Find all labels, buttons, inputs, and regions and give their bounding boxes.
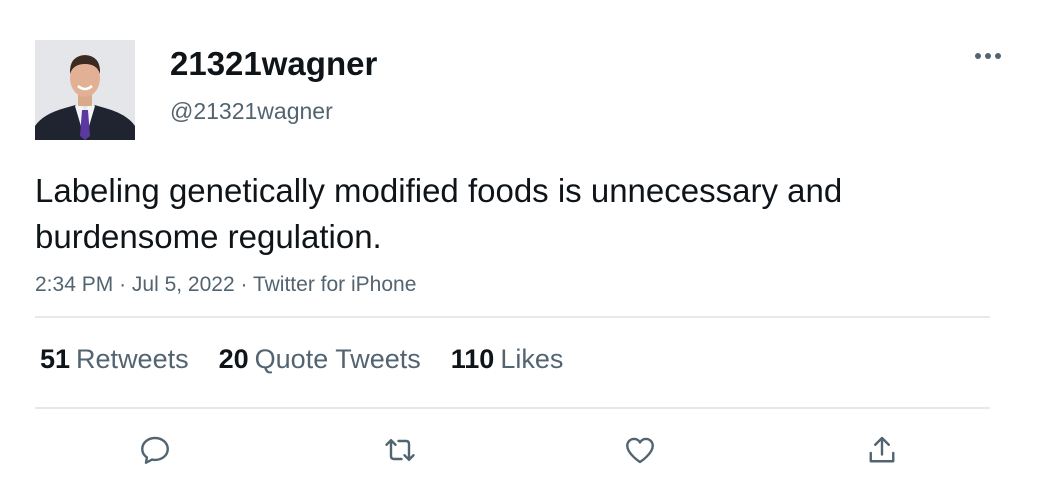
tweet-source[interactable]: Twitter for iPhone xyxy=(253,273,416,296)
likes-count: 110 xyxy=(450,344,495,374)
tweet-time[interactable]: 2:34 PM xyxy=(35,273,113,296)
tweet-metadata: 2:34 PM · Jul 5, 2022 · Twitter for iPho… xyxy=(35,271,416,299)
quote-tweets-label: Quote Tweets xyxy=(254,344,421,374)
tweet-text: Labeling genetically modified foods is u… xyxy=(35,172,843,255)
retweets-stat[interactable]: 51 Retweets xyxy=(40,342,189,376)
meta-separator: · xyxy=(119,273,127,296)
quote-tweets-count: 20 xyxy=(218,344,249,374)
reply-icon xyxy=(141,436,169,464)
retweets-count: 51 xyxy=(40,344,71,374)
retweets-label: Retweets xyxy=(76,344,189,374)
avatar[interactable] xyxy=(35,40,135,140)
quote-tweets-stat[interactable]: 20 Quote Tweets xyxy=(219,342,421,376)
display-name[interactable]: 21321wagner xyxy=(170,44,377,84)
avatar-image xyxy=(35,40,135,140)
retweet-icon xyxy=(385,439,415,461)
user-handle[interactable]: @21321wagner xyxy=(170,97,333,125)
share-icon xyxy=(869,436,895,463)
likes-label: Likes xyxy=(500,344,564,374)
like-icon xyxy=(626,437,654,464)
tweet-date[interactable]: Jul 5, 2022 xyxy=(132,273,235,296)
retweet-button[interactable] xyxy=(380,430,420,470)
likes-stat[interactable]: 110 Likes xyxy=(451,342,564,376)
more-options-button[interactable] xyxy=(968,44,1008,68)
meta-separator: · xyxy=(240,273,248,296)
like-button[interactable] xyxy=(620,430,660,470)
divider xyxy=(35,316,990,318)
share-button[interactable] xyxy=(862,430,902,470)
divider xyxy=(35,407,990,409)
reply-button[interactable] xyxy=(135,430,175,470)
more-horizontal-icon xyxy=(975,53,1001,59)
tweet-stats: 51 Retweets 20 Quote Tweets 110 Likes xyxy=(40,342,593,376)
